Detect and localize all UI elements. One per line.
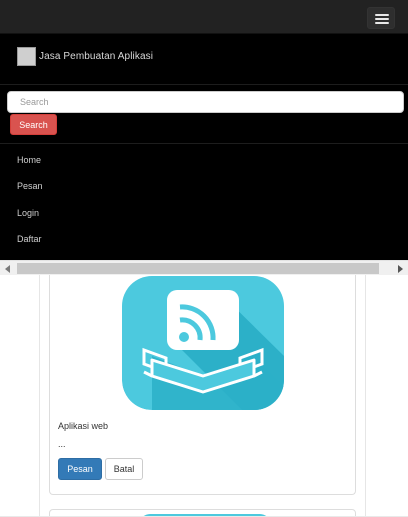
search-input[interactable] [7, 91, 404, 113]
scroll-left-icon[interactable] [5, 265, 10, 273]
hamburger-line [375, 14, 389, 16]
divider [0, 84, 408, 85]
menu-item-daftar[interactable]: Daftar [17, 234, 42, 244]
menu-item-home[interactable]: Home [17, 155, 41, 165]
brand-text: Jasa Pembuatan Aplikasi [39, 51, 154, 62]
product-description: ... [58, 439, 66, 449]
scroll-right-icon[interactable] [398, 265, 403, 273]
hamburger-line [375, 22, 389, 24]
menu-item-pesan[interactable]: Pesan [17, 181, 43, 191]
menu-item-login[interactable]: Login [17, 208, 39, 218]
hamburger-line [375, 18, 389, 20]
hamburger-icon[interactable] [367, 7, 395, 29]
rss-feed-ribbon-icon [122, 276, 284, 410]
cancel-button[interactable]: Batal [105, 458, 143, 480]
top-navbar [0, 0, 408, 34]
divider [0, 143, 408, 144]
page: Jasa Pembuatan Aplikasi Search Home Pesa… [0, 0, 408, 517]
nav-panel: Jasa Pembuatan Aplikasi Search Home Pesa… [0, 34, 408, 260]
product-title: Aplikasi web [58, 421, 109, 431]
order-button[interactable]: Pesan [58, 458, 102, 480]
horizontal-scrollbar[interactable] [0, 260, 408, 275]
app-logo-icon [17, 47, 36, 66]
brand[interactable]: Jasa Pembuatan Aplikasi [17, 47, 153, 66]
search-button[interactable]: Search [10, 114, 57, 135]
scrollbar-thumb[interactable] [17, 263, 379, 274]
